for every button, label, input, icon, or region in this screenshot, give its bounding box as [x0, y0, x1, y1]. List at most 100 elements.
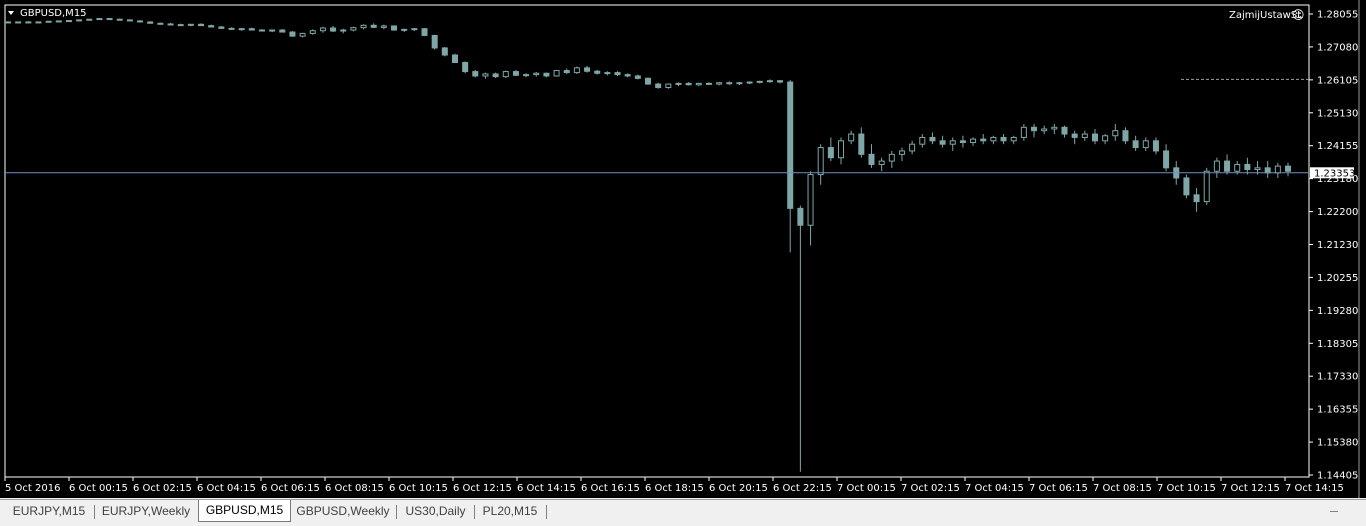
- candle-body-up: [411, 28, 418, 31]
- candle-body-down: [370, 24, 377, 28]
- time-tick-label: 6 Oct 22:15: [773, 483, 832, 494]
- tab-eurjpy-weekly[interactable]: EURJPY,Weekly: [97, 502, 195, 521]
- tab-eurjpy-m15[interactable]: EURJPY,M15: [6, 502, 92, 521]
- price-tick-label: 1.14405: [1317, 471, 1358, 482]
- candle-body-up: [86, 18, 93, 21]
- price-tick-label: 1.15380: [1317, 438, 1358, 449]
- chart-window[interactable]: GBPUSD,M15 ZajmijUstawSL ☺ 1.28055 1.2708…: [0, 0, 1366, 498]
- candle-body-up: [1203, 170, 1210, 203]
- candle-body-down: [147, 21, 154, 24]
- price-tick-label: 1.20255: [1317, 273, 1358, 284]
- candle-body-up: [1020, 126, 1027, 138]
- price-tick-label: 1.27080: [1317, 42, 1358, 53]
- price-tick-label: 1.16355: [1317, 405, 1358, 416]
- candle-body-down: [167, 23, 174, 26]
- candle-body-up: [523, 74, 530, 77]
- symbol-dropdown-arrow-icon[interactable]: [8, 11, 14, 15]
- candle-body-down: [868, 153, 875, 165]
- candle-body-up: [1234, 163, 1241, 172]
- candle-body-up: [533, 72, 540, 76]
- candle-body-up: [888, 153, 895, 162]
- candle-body-up: [604, 72, 611, 75]
- candle-body-down: [777, 80, 784, 83]
- candle-body-down: [1244, 163, 1251, 171]
- candle-body-down: [1183, 177, 1190, 196]
- candle-body-up: [35, 21, 42, 24]
- candle-body-down: [1132, 140, 1139, 149]
- time-tick-label: 7 Oct 04:15: [965, 483, 1024, 494]
- candle-body-down: [685, 82, 692, 86]
- candle-body-up: [1274, 165, 1281, 174]
- price-chart[interactable]: GBPUSD,M15 ZajmijUstawSL ☺ 1.280551.2708…: [0, 0, 1366, 498]
- time-tick-label: 7 Oct 10:15: [1157, 483, 1216, 494]
- candle-body-down: [198, 23, 205, 27]
- time-tick-label: 6 Oct 20:15: [709, 483, 768, 494]
- candle-body-up: [1081, 133, 1088, 138]
- tab-separator: [546, 505, 547, 519]
- candle-body-up: [187, 23, 194, 26]
- candle-body-down: [472, 71, 479, 77]
- candle-body-down: [1061, 126, 1068, 135]
- candle-body-up: [1213, 160, 1220, 172]
- candle-body-up: [340, 29, 347, 32]
- candle-body-down: [421, 28, 428, 36]
- candle-body-up: [401, 28, 408, 31]
- candle-body-down: [787, 81, 794, 209]
- candle-body-up: [350, 27, 357, 31]
- candle-body-down: [1031, 126, 1038, 132]
- time-tick-label: 7 Oct 12:15: [1221, 483, 1280, 494]
- price-tick-label: 1.19280: [1317, 306, 1358, 317]
- time-tick-label: 6 Oct 10:15: [389, 483, 448, 494]
- candle-body-up: [970, 138, 977, 144]
- candle-body-down: [106, 18, 113, 21]
- candle-body-down: [939, 140, 946, 145]
- time-tick-label: 6 Oct 04:15: [197, 483, 256, 494]
- candle-body-down: [959, 140, 966, 144]
- price-tick-label: 1.26105: [1317, 75, 1358, 86]
- price-tick-label: 1.18305: [1317, 339, 1358, 350]
- candle-body-down: [462, 61, 469, 73]
- candle-body-down: [137, 20, 144, 23]
- candle-body-down: [218, 26, 225, 29]
- symbol-period-label: GBPUSD,M15: [20, 8, 87, 19]
- candle-body-down: [645, 77, 651, 85]
- candle-body-up: [1254, 167, 1261, 171]
- candle-body-up: [990, 136, 997, 142]
- candle-body-down: [441, 47, 448, 56]
- candle-body-up: [65, 20, 72, 23]
- candle-body-up: [360, 24, 367, 29]
- tabs-scroll-indicator: [1330, 511, 1338, 512]
- tab-gbpusd-weekly[interactable]: GBPUSD,Weekly: [292, 502, 394, 521]
- candle-body-up: [45, 20, 52, 23]
- candle-body-down: [1224, 160, 1231, 172]
- candle-body-down: [279, 29, 286, 33]
- candle-body-up: [15, 21, 22, 24]
- candle-body-down: [228, 27, 235, 30]
- candle-body-up: [96, 18, 103, 21]
- candle-body-down: [624, 74, 631, 77]
- candle-body-down: [391, 25, 398, 31]
- candle-body-up: [319, 27, 326, 32]
- smiley-icon: ☺: [1292, 8, 1305, 22]
- candle-body-up: [695, 82, 702, 86]
- candle-body-up: [1041, 128, 1048, 132]
- candle-body-up: [502, 71, 509, 78]
- candle-body-up: [573, 67, 580, 74]
- candle-body-up: [553, 70, 560, 77]
- candle-body-down: [451, 54, 458, 63]
- candle-body-down: [726, 82, 733, 85]
- tab-separator: [396, 505, 397, 519]
- candle-body-up: [909, 143, 916, 152]
- candle-body-down: [208, 25, 215, 28]
- tab-gbpusd-m15[interactable]: GBPUSD,M15: [198, 500, 291, 522]
- candle-body-up: [1102, 135, 1109, 142]
- tab-us30-daily[interactable]: US30,Daily: [399, 502, 472, 521]
- tab-pl20-m15[interactable]: PL20,M15: [477, 502, 543, 521]
- time-tick-label: 7 Oct 06:15: [1029, 483, 1088, 494]
- candle-body-up: [309, 30, 316, 34]
- candle-body-up: [949, 140, 956, 145]
- candle-body-up: [919, 136, 926, 145]
- price-tick-label: 1.28055: [1317, 10, 1358, 21]
- candle-body-down: [289, 31, 296, 37]
- time-tick-label: 6 Oct 02:15: [133, 483, 192, 494]
